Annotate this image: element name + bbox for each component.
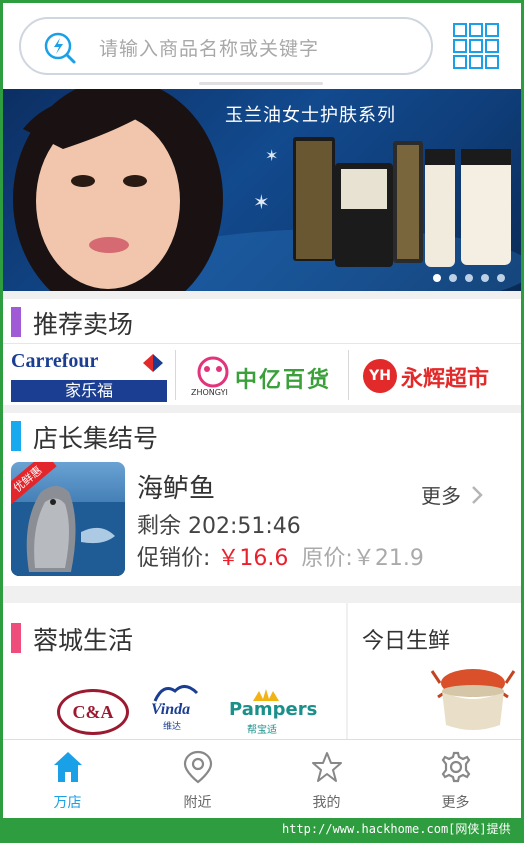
sale-price: ￥16.6 — [217, 546, 289, 571]
brand-name: C&A — [72, 702, 114, 722]
brand-name: Pampers — [229, 699, 318, 720]
app-screen: 请输入商品名称或关键字 ✶ ✶ 玉兰油女士护肤系列 推荐卖场 Carrefour… — [3, 3, 521, 818]
carousel-dot[interactable] — [497, 274, 505, 282]
section-accent-bar — [11, 421, 21, 451]
mall-list: Carrefour 家乐福 ZHONGYI 中亿百货 YH 永辉超市 — [3, 343, 521, 405]
tab-more[interactable]: 更多 — [391, 740, 520, 818]
more-label: 更多 — [421, 484, 461, 508]
tab-label: 万店 — [53, 795, 82, 811]
mall-logo-text: 中亿百货 — [235, 368, 332, 393]
tab-nearby[interactable]: 附近 — [133, 740, 262, 818]
grid-menu-icon[interactable] — [453, 23, 499, 69]
chevron-right-icon — [472, 485, 483, 504]
brand-logo-vinda[interactable]: Vinda 维达 — [145, 681, 209, 739]
watermark-url: http://www.hackhome.com[网侠]提供 — [282, 822, 511, 836]
brand-logo-ca[interactable]: C&A — [57, 689, 129, 735]
tab-mine[interactable]: 我的 — [262, 740, 391, 818]
mall-subtitle: 家乐福 — [11, 380, 167, 402]
section-store-manager: 店长集结号 — [3, 413, 521, 459]
yonghui-logo-icon: YH — [363, 359, 397, 393]
countdown-timer: 剩余 202:51:46 — [137, 514, 301, 539]
carousel-dot[interactable] — [449, 274, 457, 282]
pull-handle — [199, 82, 323, 85]
mall-carrefour[interactable]: Carrefour 家乐福 — [9, 344, 169, 406]
original-price-label: 原价: — [301, 546, 353, 571]
section-recommended-malls: 推荐卖场 — [3, 299, 521, 343]
svg-text:✶: ✶ — [265, 146, 278, 165]
home-icon — [54, 752, 82, 782]
section-today-fresh[interactable]: 今日生鲜 — [348, 603, 521, 739]
original-price: ￥21.9 — [352, 546, 424, 571]
product-name: 海鲈鱼 — [137, 474, 216, 504]
section-rongcheng-life[interactable]: 蓉城生活 C&A Vinda 维达 Pampers 帮宝适 — [3, 603, 346, 739]
section-title: 蓉城生活 — [33, 626, 134, 655]
mall-yonghui[interactable]: YH 永辉超市 — [361, 344, 511, 406]
section-title: 今日生鲜 — [362, 629, 451, 654]
tab-label: 附近 — [183, 795, 212, 811]
divider — [175, 350, 176, 400]
carousel-dot[interactable] — [481, 274, 489, 282]
promo-banner[interactable]: ✶ ✶ 玉兰油女士护肤系列 — [3, 89, 521, 291]
promo-item[interactable]: 优鲜惠 海鲈鱼 剩余 202:51:46 促销价: ￥16.6 原价:￥21.9… — [3, 458, 521, 586]
mall-subtitle: 永辉超市 — [401, 367, 490, 392]
brand-logo-pampers[interactable]: Pampers 帮宝适 — [229, 687, 317, 739]
mall-subtitle: ZHONGYI — [191, 388, 228, 397]
section-title: 店长集结号 — [33, 424, 159, 453]
divider — [348, 350, 349, 400]
brand-name: Vinda — [151, 701, 191, 718]
carousel-dot[interactable] — [433, 274, 441, 282]
crab-product-image — [430, 669, 516, 730]
carousel-dot[interactable] — [465, 274, 473, 282]
header: 请输入商品名称或关键字 — [3, 3, 521, 89]
brand-subtitle: 维达 — [163, 722, 182, 732]
price-row: 促销价: ￥16.6 原价:￥21.9 — [137, 540, 424, 572]
section-accent-bar — [11, 623, 21, 653]
mall-logo-text: Carrefour — [11, 350, 99, 372]
search-input[interactable]: 请输入商品名称或关键字 — [19, 17, 433, 75]
banner-title: 玉兰油女士护肤系列 — [225, 105, 396, 126]
star-icon — [312, 752, 342, 782]
carousel-indicators — [433, 274, 505, 282]
vinda-wave-icon — [153, 685, 199, 702]
search-icon[interactable] — [43, 31, 77, 65]
location-pin-icon — [183, 750, 213, 784]
price-label: 促销价: — [137, 546, 211, 571]
section-accent-bar — [11, 307, 21, 337]
mall-zhongyi[interactable]: ZHONGYI 中亿百货 — [187, 344, 337, 406]
tab-label: 我的 — [312, 795, 341, 811]
product-image: 优鲜惠 — [11, 462, 125, 576]
bottom-tab-bar: 万店 附近 我的 更多 — [3, 739, 521, 818]
svg-text:✶: ✶ — [253, 190, 270, 214]
section-title: 推荐卖场 — [33, 310, 134, 339]
tab-label: 更多 — [441, 795, 470, 811]
carrefour-logo-icon — [143, 354, 163, 372]
tab-home[interactable]: 万店 — [3, 740, 132, 818]
gear-icon — [441, 751, 471, 783]
brand-subtitle: 帮宝适 — [247, 725, 277, 736]
search-placeholder: 请输入商品名称或关键字 — [99, 38, 320, 60]
more-button[interactable]: 更多 — [421, 480, 483, 509]
